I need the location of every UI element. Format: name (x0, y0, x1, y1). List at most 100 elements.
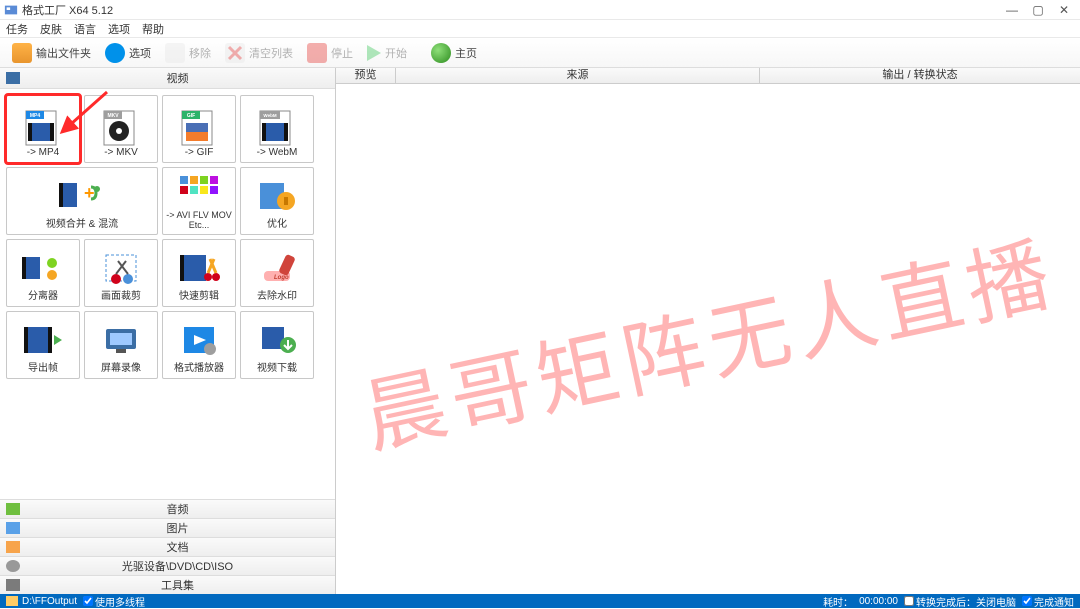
format-item-icon (98, 249, 144, 287)
category-label: 文档 (26, 539, 329, 555)
toolbar-remove[interactable]: 移除 (159, 41, 217, 65)
format-item-label: 分离器 (28, 287, 58, 302)
category-header-video[interactable]: 视频 (0, 68, 335, 89)
toolbar-output-folder[interactable]: 输出文件夹 (6, 41, 97, 65)
shutdown-toggle[interactable]: 转换完成后：关闭电脑 (904, 594, 1016, 609)
format-item-label: -> MKV (104, 147, 138, 158)
format-item-10[interactable]: 快速剪辑 (162, 239, 236, 307)
format-item-icon: MKV (98, 109, 144, 147)
image-icon (6, 522, 20, 534)
folder-icon (6, 596, 18, 606)
task-list-body[interactable]: 晨哥矩阵无人直播 (336, 84, 1080, 594)
title-bar: 格式工厂 X64 5.12 — ▢ ✕ (0, 0, 1080, 20)
format-item-0[interactable]: MP4-> MP4 (6, 95, 80, 163)
header-source: 来源 (396, 68, 760, 83)
toolbar-label: 移除 (189, 45, 211, 61)
toolbar-label: 停止 (331, 45, 353, 61)
format-item-icon (176, 172, 222, 210)
category-label: 光驱设备\DVD\CD\ISO (26, 558, 329, 574)
format-item-15[interactable]: 视频下载 (240, 311, 314, 379)
format-item-2[interactable]: GIF -> GIF (162, 95, 236, 163)
format-item-label: 视频合并 & 混流 (46, 215, 118, 230)
notify-checkbox[interactable] (1022, 596, 1032, 606)
format-item-13[interactable]: 屏幕录像 (84, 311, 158, 379)
format-item-label: 屏幕录像 (101, 359, 141, 374)
minimize-button[interactable]: — (1006, 4, 1018, 16)
menu-help[interactable]: 帮助 (142, 21, 164, 37)
notify-label: 完成通知 (1034, 594, 1074, 609)
menu-options[interactable]: 选项 (108, 21, 130, 37)
format-item-6[interactable]: -> AVI FLV MOV Etc... (162, 167, 236, 235)
stop-icon (307, 43, 327, 63)
svg-text:MKV: MKV (107, 113, 119, 119)
toolbar-home[interactable]: 主页 (425, 41, 483, 65)
format-grid: MP4-> MP4 MKV -> MKV GIF -> GIF WebM-> WebM +视… (0, 89, 335, 385)
format-item-label: 去除水印 (257, 287, 297, 302)
format-item-icon: MP4 (20, 109, 66, 147)
window-title: 格式工厂 X64 5.12 (22, 2, 1006, 18)
elapsed-value: 00:00:00 (859, 596, 898, 607)
task-list-header: 预览 来源 输出 / 转换状态 (336, 68, 1080, 84)
format-item-12[interactable]: 导出帧 (6, 311, 80, 379)
document-icon (6, 541, 20, 553)
format-item-icon (98, 321, 144, 359)
close-button[interactable]: ✕ (1058, 4, 1070, 16)
main-area: 视频 MP4-> MP4 MKV -> MKV GIF -> GIF WebM-> Web… (0, 68, 1080, 594)
tools-icon (6, 579, 20, 591)
toolbar-clear[interactable]: 清空列表 (219, 41, 299, 65)
right-panel: 预览 来源 输出 / 转换状态 晨哥矩阵无人直播 (336, 68, 1080, 594)
play-icon (367, 45, 381, 61)
format-item-11[interactable]: Logo去除水印 (240, 239, 314, 307)
category-image[interactable]: 图片 (0, 518, 335, 537)
svg-text:WebM: WebM (263, 113, 276, 118)
format-item-icon (176, 249, 222, 287)
multithread-label: 使用多线程 (95, 594, 145, 609)
output-path[interactable]: D:\FFOutput (6, 596, 77, 607)
menu-skin[interactable]: 皮肤 (40, 21, 62, 37)
category-audio[interactable]: 音频 (0, 499, 335, 518)
format-item-label: -> GIF (185, 147, 214, 158)
svg-text:GIF: GIF (187, 113, 195, 119)
multithread-checkbox[interactable] (83, 596, 93, 606)
elapsed-label: 耗时： (823, 594, 853, 609)
audio-icon (6, 503, 20, 515)
toolbar-options[interactable]: 选项 (99, 41, 157, 65)
category-disc[interactable]: 光驱设备\DVD\CD\ISO (0, 556, 335, 575)
maximize-button[interactable]: ▢ (1032, 4, 1044, 16)
format-item-14[interactable]: 格式播放器 (162, 311, 236, 379)
format-item-9[interactable]: 画面裁剪 (84, 239, 158, 307)
format-item-3[interactable]: WebM-> WebM (240, 95, 314, 163)
notify-toggle[interactable]: 完成通知 (1022, 594, 1074, 609)
header-preview: 预览 (336, 68, 396, 83)
format-item-4[interactable]: +视频合并 & 混流 (6, 167, 158, 235)
clear-icon (225, 43, 245, 63)
format-item-label: 视频下载 (257, 359, 297, 374)
format-item-icon (176, 321, 222, 359)
output-path-text: D:\FFOutput (22, 596, 77, 607)
format-item-label: 优化 (267, 215, 287, 230)
format-item-icon: WebM (254, 109, 300, 147)
format-item-7[interactable]: 优化 (240, 167, 314, 235)
category-document[interactable]: 文档 (0, 537, 335, 556)
category-label: 工具集 (26, 577, 329, 593)
options-icon (105, 43, 125, 63)
format-item-8[interactable]: 分离器 (6, 239, 80, 307)
multithread-toggle[interactable]: 使用多线程 (83, 594, 145, 609)
menu-lang[interactable]: 语言 (74, 21, 96, 37)
toolbar-label: 清空列表 (249, 45, 293, 61)
menu-task[interactable]: 任务 (6, 21, 28, 37)
format-item-icon: GIF (176, 109, 222, 147)
category-list: 音频 图片 文档 光驱设备\DVD\CD\ISO 工具集 (0, 499, 335, 594)
format-item-1[interactable]: MKV -> MKV (84, 95, 158, 163)
format-item-icon (254, 321, 300, 359)
remove-icon (165, 43, 185, 63)
toolbar-stop[interactable]: 停止 (301, 41, 359, 65)
shutdown-checkbox[interactable] (904, 596, 914, 606)
format-item-label: 导出帧 (28, 359, 58, 374)
toolbar-label: 开始 (385, 45, 407, 61)
toolbar-start[interactable]: 开始 (361, 43, 413, 63)
header-status: 输出 / 转换状态 (760, 68, 1080, 83)
category-label: 图片 (26, 520, 329, 536)
app-icon (4, 3, 18, 17)
category-tools[interactable]: 工具集 (0, 575, 335, 594)
